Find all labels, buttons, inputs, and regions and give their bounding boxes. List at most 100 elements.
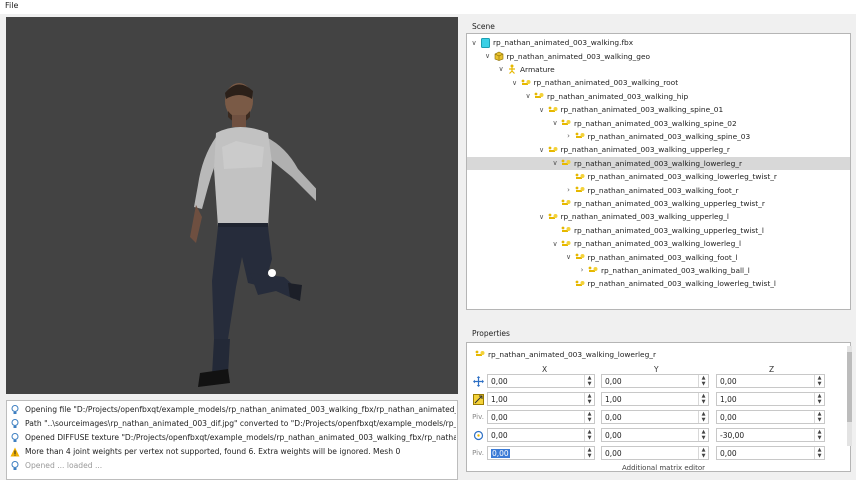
info-bulb-icon xyxy=(10,418,20,429)
tree-item[interactable]: ∨ rp_nathan_animated_003_walking_root xyxy=(467,76,850,89)
pivot-z-spinbox[interactable]: 0,00 ▲ ▼ xyxy=(716,410,825,424)
property-row-scale: 1,00 ▲ ▼ 1,00 ▲ ▼ 1,00 ▲ ▼ xyxy=(467,391,850,408)
scale-z-spinbox[interactable]: 1,00 ▲ ▼ xyxy=(716,392,825,406)
spin-arrows-icon[interactable]: ▲ ▼ xyxy=(814,375,824,387)
spin-arrows-icon[interactable]: ▲ ▼ xyxy=(698,375,708,387)
tree-item[interactable]: ∨ rp_nathan_animated_003_walking_hip xyxy=(467,90,850,103)
bone-icon xyxy=(575,131,585,141)
tree-item-label: rp_nathan_animated_003_walking_hip xyxy=(547,91,689,101)
spin-arrows-icon[interactable]: ▲ ▼ xyxy=(698,393,708,405)
collapse-arrow-icon[interactable]: ∨ xyxy=(565,253,573,261)
spin-arrows-icon[interactable]: ▲ ▼ xyxy=(698,411,708,423)
spin-arrows-icon[interactable]: ▲ ▼ xyxy=(584,375,594,387)
spin-arrows-icon[interactable]: ▲ ▼ xyxy=(814,429,824,441)
tree-item[interactable]: › rp_nathan_animated_003_walking_spine_03 xyxy=(467,130,850,143)
spinbox-value: 0,00 xyxy=(720,413,737,422)
info-bulb-icon xyxy=(10,432,20,443)
tree-item[interactable]: rp_nathan_animated_003_walking_lowerleg_… xyxy=(467,277,850,290)
collapse-arrow-icon[interactable]: ∨ xyxy=(538,213,546,221)
spin-arrows-icon[interactable]: ▲ ▼ xyxy=(698,429,708,441)
tree-item[interactable]: › rp_nathan_animated_003_walking_ball_l xyxy=(467,264,850,277)
collapse-arrow-icon[interactable]: ∨ xyxy=(551,119,559,127)
bone-icon xyxy=(548,105,558,115)
translation-y-spinbox[interactable]: 0,00 ▲ ▼ xyxy=(601,374,709,388)
tree-item-label: rp_nathan_animated_003_walking_spine_01 xyxy=(560,105,724,115)
spinbox-value: 0,00 xyxy=(605,377,622,386)
translation-x-spinbox[interactable]: 0,00 ▲ ▼ xyxy=(487,374,595,388)
tree-item[interactable]: ∨ rp_nathan_animated_003_walking_upperleg… xyxy=(467,210,850,223)
tree-item[interactable]: ∨ rp_nathan_animated_003_walking_geo xyxy=(467,49,850,62)
rotation-pivot-x-spinbox[interactable]: 0,00 ▲ ▼ xyxy=(487,446,595,460)
tree-item[interactable]: ∨ rp_nathan_animated_003_walking_lowerleg… xyxy=(467,156,850,170)
tree-item[interactable]: rp_nathan_animated_003_walking_upperleg_… xyxy=(467,224,850,237)
rotation-x-spinbox[interactable]: 0,00 ▲ ▼ xyxy=(487,428,595,442)
tree-item[interactable]: › rp_nathan_animated_003_walking_foot_r xyxy=(467,183,850,196)
scale-y-spinbox[interactable]: 1,00 ▲ ▼ xyxy=(601,392,709,406)
spinbox-value: 1,00 xyxy=(720,395,737,404)
collapse-arrow-icon[interactable]: ∨ xyxy=(484,52,492,60)
log-entry: More than 4 joint weights per vertex not… xyxy=(10,445,456,458)
collapse-arrow-icon[interactable]: ∨ xyxy=(538,146,546,154)
tree-item-label: rp_nathan_animated_003_walking_lowerleg_… xyxy=(587,172,777,182)
scale-icon xyxy=(472,393,484,405)
bone-icon xyxy=(561,239,571,249)
matrix-editor-link[interactable]: Additional matrix editor xyxy=(622,464,705,471)
tree-item[interactable]: ∨ rp_nathan_animated_003_walking_spine_01 xyxy=(467,103,850,116)
properties-scrollbar[interactable] xyxy=(847,346,852,446)
spin-arrows-icon[interactable]: ▲ ▼ xyxy=(584,411,594,423)
bone-icon xyxy=(534,91,544,101)
spin-arrows-icon[interactable]: ▲ ▼ xyxy=(814,393,824,405)
menu-bar: File xyxy=(0,0,856,14)
rotation-z-spinbox[interactable]: -30,00 ▲ ▼ xyxy=(716,428,825,442)
file-icon xyxy=(480,37,490,48)
spin-arrows-icon[interactable]: ▲ ▼ xyxy=(698,447,708,459)
translation-z-spinbox[interactable]: 0,00 ▲ ▼ xyxy=(716,374,825,388)
bone-icon xyxy=(575,252,585,262)
properties-scrollbar-thumb[interactable] xyxy=(847,352,852,422)
collapse-arrow-icon[interactable]: ∨ xyxy=(497,65,505,73)
property-row-pivot: Piv. 0,00 ▲ ▼ 0,00 ▲ ▼ 0,00 ▲ ▼ xyxy=(467,409,850,426)
collapse-arrow-icon[interactable]: ∨ xyxy=(470,39,478,47)
tree-item[interactable]: ∨ rp_nathan_animated_003_walking.fbx xyxy=(467,36,850,49)
collapse-arrow-icon[interactable]: ∨ xyxy=(511,79,519,87)
spin-arrows-icon[interactable]: ▲ ▼ xyxy=(584,447,594,459)
tree-item-label: rp_nathan_animated_003_walking_upperleg_… xyxy=(574,225,764,235)
scene-panel-title: Scene xyxy=(472,22,495,31)
tree-item-label: rp_nathan_animated_003_walking_upperleg_… xyxy=(574,198,765,208)
pivot-y-spinbox[interactable]: 0,00 ▲ ▼ xyxy=(601,410,709,424)
pivot-label: Piv. xyxy=(472,413,484,421)
tree-item-label: Armature xyxy=(520,64,555,74)
tree-item[interactable]: ∨ rp_nathan_animated_003_walking_upperleg… xyxy=(467,143,850,156)
3d-viewport[interactable] xyxy=(6,17,458,394)
expand-arrow-icon[interactable]: › xyxy=(565,132,573,140)
spin-arrows-icon[interactable]: ▲ ▼ xyxy=(584,393,594,405)
rotation-y-spinbox[interactable]: 0,00 ▲ ▼ xyxy=(601,428,709,442)
tree-item-label: rp_nathan_animated_003_walking_foot_r xyxy=(587,185,739,195)
collapse-arrow-icon[interactable]: ∨ xyxy=(551,159,559,167)
bone-icon xyxy=(561,225,571,235)
spin-arrows-icon[interactable]: ▲ ▼ xyxy=(584,429,594,441)
expand-arrow-icon[interactable]: › xyxy=(578,266,586,274)
tree-item[interactable]: rp_nathan_animated_003_walking_lowerleg_… xyxy=(467,170,850,183)
collapse-arrow-icon[interactable]: ∨ xyxy=(538,106,546,114)
tree-item[interactable]: ∨ Armature xyxy=(467,63,850,76)
tree-item[interactable]: ∨ rp_nathan_animated_003_walking_spine_02 xyxy=(467,116,850,129)
log-panel[interactable]: Opening file "D:/Projects/openfbxqt/exam… xyxy=(6,400,458,480)
collapse-arrow-icon[interactable]: ∨ xyxy=(551,240,559,248)
scene-tree[interactable]: ∨ rp_nathan_animated_003_walking.fbx ∨ rp_n… xyxy=(466,33,851,310)
spinbox-value: 1,00 xyxy=(491,395,508,404)
tree-item-label: rp_nathan_animated_003_walking_foot_l xyxy=(587,252,738,262)
tree-item[interactable]: ∨ rp_nathan_animated_003_walking_foot_l xyxy=(467,250,850,263)
rotation-pivot-z-spinbox[interactable]: 0,00 ▲ ▼ xyxy=(716,446,825,460)
scale-x-spinbox[interactable]: 1,00 ▲ ▼ xyxy=(487,392,595,406)
spin-arrows-icon[interactable]: ▲ ▼ xyxy=(814,411,824,423)
collapse-arrow-icon[interactable]: ∨ xyxy=(524,92,532,100)
spin-arrows-icon[interactable]: ▲ ▼ xyxy=(814,447,824,459)
rotation-pivot-y-spinbox[interactable]: 0,00 ▲ ▼ xyxy=(601,446,709,460)
expand-arrow-icon[interactable]: › xyxy=(565,186,573,194)
menu-file[interactable]: File xyxy=(5,1,18,10)
pivot-label: Piv. xyxy=(472,449,484,457)
pivot-x-spinbox[interactable]: 0,00 ▲ ▼ xyxy=(487,410,595,424)
tree-item[interactable]: rp_nathan_animated_003_walking_upperleg_… xyxy=(467,197,850,210)
tree-item[interactable]: ∨ rp_nathan_animated_003_walking_lowerleg… xyxy=(467,237,850,250)
